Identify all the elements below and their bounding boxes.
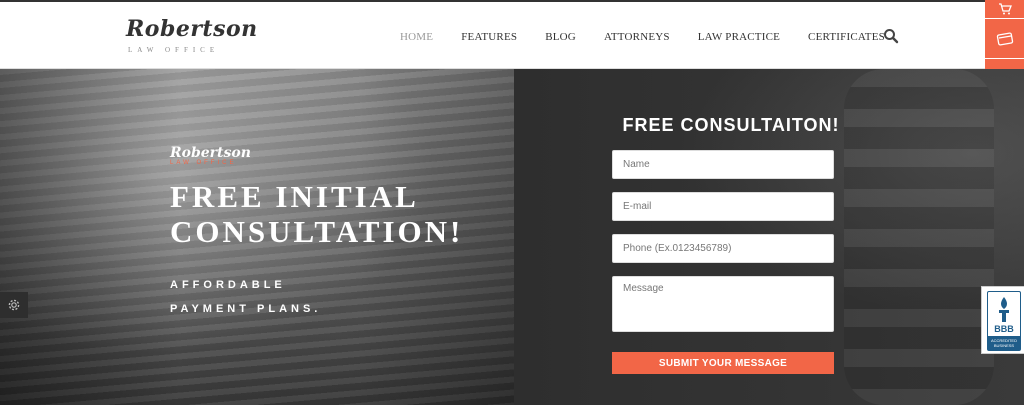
cart-widget-button[interactable] — [985, 0, 1024, 19]
hero-logo-script: Robertson — [170, 145, 251, 161]
message-field[interactable] — [612, 276, 834, 332]
logo-script-text: Robertson — [126, 16, 258, 42]
name-field[interactable] — [612, 150, 834, 179]
card-widget-button[interactable] — [985, 19, 1024, 59]
phone-field[interactable] — [612, 234, 834, 263]
nav-blog[interactable]: BLOG — [545, 31, 576, 43]
hero-banner: Robertson LAW OFFICE FREE INITIAL CONSUL… — [0, 69, 514, 405]
consultation-form-panel: FREE CONSULTAITON! SUBMIT YOUR MESSAGE — [514, 69, 1024, 405]
pillar-background-decoration — [844, 69, 994, 405]
torch-icon — [999, 297, 1009, 322]
site-logo[interactable]: Robertson LAW OFFICE — [126, 16, 258, 60]
bbb-accreditation-badge[interactable]: BBB ACCREDITED BUSINESS — [981, 286, 1024, 354]
hero-logo: Robertson LAW OFFICE — [170, 145, 251, 166]
nav-certificates[interactable]: CERTIFICATES — [808, 31, 885, 43]
hero-subtitle-line-2: PAYMENT PLANS. — [170, 303, 322, 315]
gear-icon — [8, 299, 20, 311]
settings-button[interactable] — [0, 292, 28, 318]
bbb-badge-frame: BBB ACCREDITED BUSINESS — [987, 291, 1021, 351]
nav-law-practice[interactable]: LAW PRACTICE — [698, 31, 780, 43]
nav-attorneys[interactable]: ATTORNEYS — [604, 31, 670, 43]
hero-subtitle: AFFORDABLE PAYMENT PLANS. — [170, 273, 470, 321]
cart-icon — [998, 3, 1012, 15]
form-title: FREE CONSULTAITON! — [622, 115, 840, 135]
credit-card-icon — [996, 31, 1013, 46]
search-icon — [884, 29, 899, 44]
main-nav: HOME FEATURES BLOG ATTORNEYS LAW PRACTIC… — [400, 2, 913, 71]
site-header: Robertson LAW OFFICE HOME FEATURES BLOG … — [0, 0, 1024, 69]
email-field[interactable] — [612, 192, 834, 221]
hero-title-line-2: CONSULTATION! — [170, 214, 464, 249]
logo-subtitle: LAW OFFICE — [128, 46, 220, 54]
search-button[interactable] — [882, 27, 900, 45]
nav-features[interactable]: FEATURES — [461, 31, 517, 43]
hero-subtitle-line-1: AFFORDABLE — [170, 279, 286, 291]
nav-home[interactable]: HOME — [400, 31, 433, 43]
submit-message-button[interactable]: SUBMIT YOUR MESSAGE — [612, 352, 834, 374]
hero-title-line-1: FREE INITIAL — [170, 179, 419, 214]
bbb-accredited-label: ACCREDITED BUSINESS — [988, 336, 1020, 350]
bbb-label: BBB — [994, 324, 1014, 334]
hero-title: FREE INITIAL CONSULTATION! — [170, 179, 500, 249]
